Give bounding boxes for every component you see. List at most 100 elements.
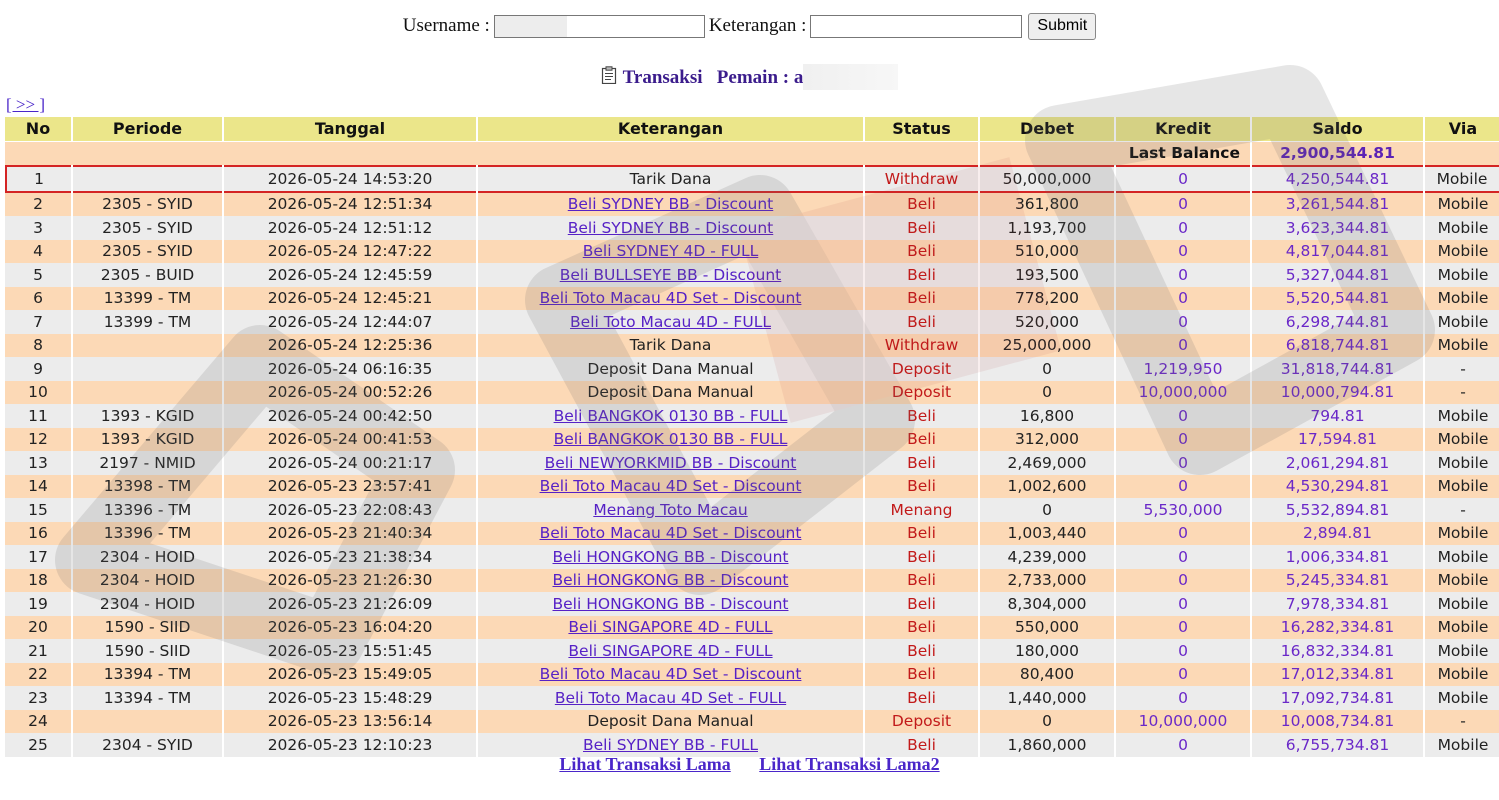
username-input[interactable] — [493, 14, 705, 38]
cell-via: Mobile — [1425, 165, 1499, 193]
cell-tanggal: 2026-05-24 00:21:17 — [224, 451, 476, 475]
cell-saldo: 5,245,334.81 — [1252, 568, 1423, 592]
cell-kredit: 0 — [1116, 568, 1250, 592]
table-row: 17 2304 - HOID 2026-05-23 21:38:34 Beli HON… — [5, 545, 1499, 569]
cell-via: Mobile — [1425, 686, 1499, 710]
cell-periode: 2304 - HOID — [73, 568, 222, 592]
cell-periode: 1393 - KGID — [73, 404, 222, 428]
cell-debet: 0 — [980, 709, 1114, 733]
cell-periode: 13399 - TM — [73, 286, 222, 310]
cell-keterangan: Beli Toto Macau 4D Set - Discount — [478, 521, 863, 545]
cell-debet: 312,000 — [980, 427, 1114, 451]
cell-kredit: 0 — [1116, 192, 1250, 216]
cell-no: 4 — [5, 239, 71, 263]
cell-saldo: 6,298,744.81 — [1252, 310, 1423, 334]
transaction-description-link[interactable]: Beli Toto Macau 4D Set - Discount — [540, 524, 802, 542]
transaction-description-link[interactable]: Beli BULLSEYE BB - Discount — [560, 266, 782, 284]
cell-via: Mobile — [1425, 615, 1499, 639]
cell-no: 3 — [5, 216, 71, 240]
cell-status: Beli — [865, 427, 978, 451]
cell-debet: 8,304,000 — [980, 592, 1114, 616]
cell-no: 13 — [5, 451, 71, 475]
cell-saldo: 16,832,334.81 — [1252, 639, 1423, 663]
cell-keterangan: Beli HONGKONG BB - Discount — [478, 568, 863, 592]
cell-saldo: 4,250,544.81 — [1252, 165, 1423, 193]
clipboard-icon — [601, 66, 616, 84]
cell-periode: 13398 - TM — [73, 474, 222, 498]
transaction-description-link[interactable]: Beli SINGAPORE 4D - FULL — [568, 618, 772, 636]
transaction-description-link[interactable]: Beli HONGKONG BB - Discount — [553, 595, 789, 613]
transaction-description-link[interactable]: Beli BANGKOK 0130 BB - FULL — [554, 407, 788, 425]
transaction-description-link[interactable]: Beli HONGKONG BB - Discount — [553, 548, 789, 566]
transaction-description-link[interactable]: Beli Toto Macau 4D Set - Discount — [540, 665, 802, 683]
cell-tanggal: 2026-05-24 00:52:26 — [224, 380, 476, 404]
cell-no: 24 — [5, 709, 71, 733]
transaction-description-link[interactable]: Beli SYDNEY BB - Discount — [568, 219, 774, 237]
cell-periode — [73, 709, 222, 733]
cell-debet: 1,440,000 — [980, 686, 1114, 710]
col-header-keterangan: Keterangan — [478, 117, 863, 142]
old-transactions-link-2[interactable]: Lihat Transaksi Lama2 — [759, 754, 939, 774]
transaction-description-link[interactable]: Beli Toto Macau 4D - FULL — [570, 313, 771, 331]
cell-periode — [73, 333, 222, 357]
cell-via: Mobile — [1425, 662, 1499, 686]
submit-button[interactable]: Submit — [1028, 12, 1097, 40]
cell-status: Beli — [865, 545, 978, 569]
cell-periode — [73, 380, 222, 404]
old-transactions-link[interactable]: Lihat Transaksi Lama — [559, 754, 730, 774]
cell-periode: 2305 - SYID — [73, 216, 222, 240]
table-row: 16 13396 - TM 2026-05-23 21:40:34 Beli Toto… — [5, 521, 1499, 545]
cell-keterangan: Beli HONGKONG BB - Discount — [478, 545, 863, 569]
cell-no: 7 — [5, 310, 71, 334]
col-header-no: No — [5, 117, 71, 142]
cell-status: Deposit — [865, 380, 978, 404]
cell-tanggal: 2026-05-23 15:49:05 — [224, 662, 476, 686]
cell-no: 8 — [5, 333, 71, 357]
transaction-description-link[interactable]: Beli NEWYORKMID BB - Discount — [545, 454, 797, 472]
cell-periode: 13394 - TM — [73, 686, 222, 710]
cell-via: Mobile — [1425, 474, 1499, 498]
cell-no: 16 — [5, 521, 71, 545]
cell-keterangan: Beli HONGKONG BB - Discount — [478, 592, 863, 616]
cell-via: Mobile — [1425, 568, 1499, 592]
cell-status: Beli — [865, 662, 978, 686]
cell-no: 18 — [5, 568, 71, 592]
transaction-description-link[interactable]: Menang Toto Macau — [593, 501, 747, 519]
col-header-tanggal: Tanggal — [224, 117, 476, 142]
next-page-link[interactable]: [ >> ] — [6, 95, 45, 115]
cell-saldo: 10,000,794.81 — [1252, 380, 1423, 404]
transaction-description-link[interactable]: Beli BANGKOK 0130 BB - FULL — [554, 430, 788, 448]
cell-saldo: 6,755,734.81 — [1252, 733, 1423, 757]
table-row: 6 13399 - TM 2026-05-24 12:45:21 Beli Toto … — [5, 286, 1499, 310]
keterangan-input[interactable] — [810, 14, 1023, 38]
cell-tanggal: 2026-05-23 15:48:29 — [224, 686, 476, 710]
transaction-description-link[interactable]: Beli SYDNEY BB - Discount — [568, 195, 774, 213]
transaction-description-link[interactable]: Beli SYDNEY BB - FULL — [583, 736, 758, 754]
col-header-kredit: Kredit — [1116, 117, 1250, 142]
table-row: 25 2304 - SYID 2026-05-23 12:10:23 Beli SYD… — [5, 733, 1499, 757]
transaction-description-link[interactable]: Beli HONGKONG BB - Discount — [553, 571, 789, 589]
transaction-description-link[interactable]: Beli Toto Macau 4D Set - FULL — [555, 689, 786, 707]
cell-saldo: 4,530,294.81 — [1252, 474, 1423, 498]
cell-no: 6 — [5, 286, 71, 310]
transaction-description-link[interactable]: Beli SINGAPORE 4D - FULL — [568, 642, 772, 660]
table-row: 3 2305 - SYID 2026-05-24 12:51:12 Beli SYDN… — [5, 216, 1499, 240]
cell-via: Mobile — [1425, 310, 1499, 334]
transaction-description-link[interactable]: Beli Toto Macau 4D Set - Discount — [540, 289, 802, 307]
cell-tanggal: 2026-05-24 12:45:21 — [224, 286, 476, 310]
transaction-description-link[interactable]: Beli SYDNEY 4D - FULL — [583, 242, 759, 260]
cell-tanggal: 2026-05-24 14:53:20 — [224, 165, 476, 193]
cell-keterangan: Beli Toto Macau 4D Set - FULL — [478, 686, 863, 710]
cell-kredit: 0 — [1116, 333, 1250, 357]
cell-debet: 80,400 — [980, 662, 1114, 686]
cell-kredit: 0 — [1116, 592, 1250, 616]
cell-keterangan: Beli SYDNEY BB - Discount — [478, 192, 863, 216]
cell-saldo: 3,261,544.81 — [1252, 192, 1423, 216]
table-row: 20 1590 - SIID 2026-05-23 16:04:20 Beli SIN… — [5, 615, 1499, 639]
cell-no: 5 — [5, 263, 71, 287]
cell-debet: 25,000,000 — [980, 333, 1114, 357]
transaction-description-link[interactable]: Beli Toto Macau 4D Set - Discount — [540, 477, 802, 495]
cell-via: Mobile — [1425, 286, 1499, 310]
cell-via: Mobile — [1425, 545, 1499, 569]
cell-no: 14 — [5, 474, 71, 498]
